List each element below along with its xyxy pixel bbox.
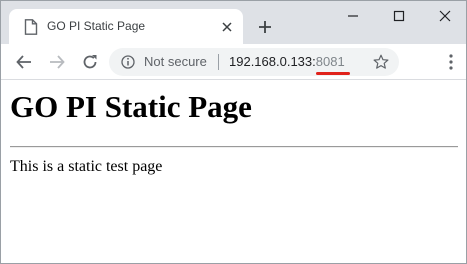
- title-bar: GO PI Static Page: [1, 1, 466, 44]
- browser-window: GO PI Static Page Not secure 192.168.0.1…: [0, 0, 467, 264]
- star-icon[interactable]: [373, 54, 389, 70]
- close-icon[interactable]: [221, 20, 233, 32]
- plus-icon[interactable]: [255, 17, 275, 37]
- info-icon[interactable]: [121, 55, 135, 69]
- page-heading: GO PI Static Page: [10, 89, 252, 124]
- kebab-menu-icon[interactable]: [447, 53, 455, 71]
- minimize-icon[interactable]: [330, 1, 376, 31]
- annotation-underline: [316, 72, 350, 75]
- page-text: This is a static test page: [10, 158, 163, 175]
- maximize-icon[interactable]: [376, 1, 422, 31]
- reload-icon[interactable]: [80, 52, 100, 72]
- url-port: 8081: [315, 54, 345, 69]
- arrow-left-icon[interactable]: [14, 52, 34, 72]
- horizontal-rule: [10, 146, 458, 148]
- address-bar[interactable]: Not secure 192.168.0.133:8081: [109, 48, 399, 76]
- toolbar: Not secure 192.168.0.133:8081: [1, 44, 466, 80]
- security-label[interactable]: Not secure: [144, 54, 207, 69]
- tab-title: GO PI Static Page: [47, 19, 146, 33]
- url-text[interactable]: 192.168.0.133:8081: [229, 54, 345, 69]
- browser-tab[interactable]: GO PI Static Page: [9, 9, 243, 44]
- page-icon: [24, 19, 38, 35]
- page-content: GO PI Static Page This is a static test …: [1, 81, 466, 263]
- url-host: 192.168.0.133:: [229, 54, 316, 69]
- close-icon[interactable]: [422, 1, 466, 31]
- omnibox-divider: [218, 54, 219, 70]
- arrow-right-icon[interactable]: [47, 52, 67, 72]
